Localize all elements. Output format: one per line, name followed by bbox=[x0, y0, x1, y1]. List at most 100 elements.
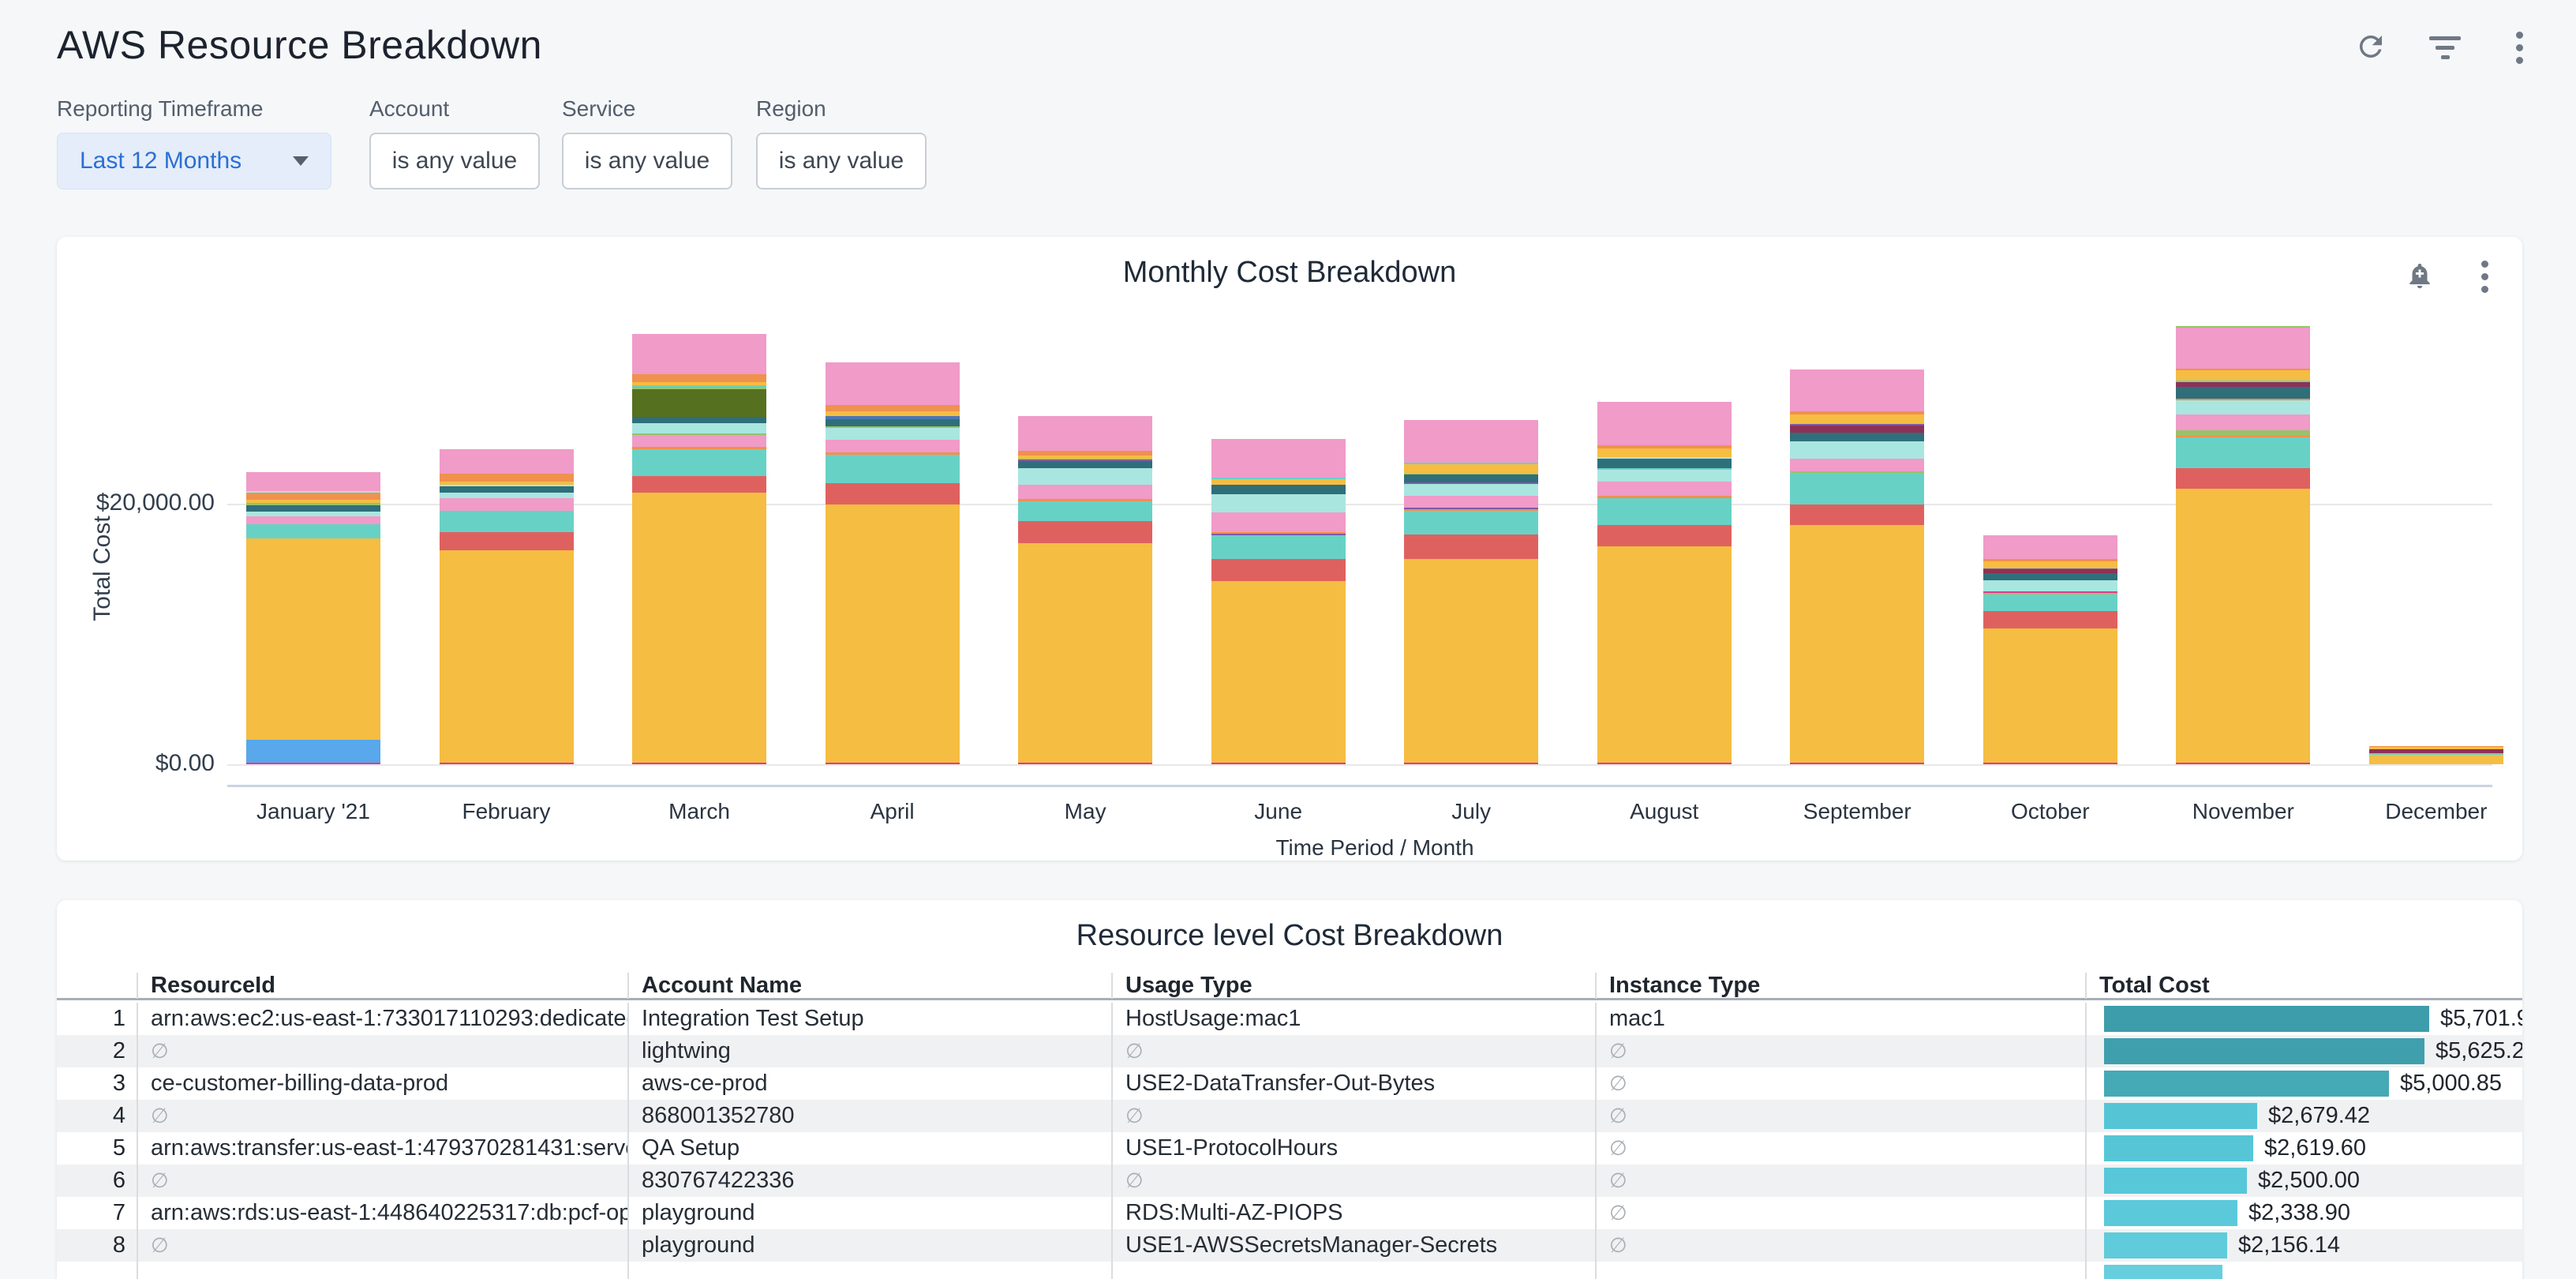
bar-segment[interactable] bbox=[1018, 543, 1152, 762]
stacked-bar[interactable] bbox=[2369, 746, 2503, 764]
bar-segment[interactable] bbox=[1597, 546, 1732, 763]
bar-segment[interactable] bbox=[1211, 763, 1346, 765]
bar-segment[interactable] bbox=[1983, 561, 2117, 568]
bar-segment[interactable] bbox=[1018, 521, 1152, 543]
dashboard-more-button[interactable] bbox=[2500, 28, 2538, 66]
cell-total-cost[interactable]: $5,625.22 bbox=[2085, 1035, 2522, 1067]
bar-segment[interactable] bbox=[1790, 459, 1924, 472]
bar-segment[interactable] bbox=[1790, 441, 1924, 458]
stacked-bar[interactable] bbox=[1790, 369, 1924, 764]
bar-segment[interactable] bbox=[1790, 473, 1924, 504]
stacked-bar[interactable] bbox=[1018, 416, 1152, 764]
bar-segment[interactable] bbox=[1597, 498, 1732, 526]
cell-account-name[interactable]: aws-ce-prod bbox=[627, 1067, 1111, 1100]
bar-segment[interactable] bbox=[1018, 763, 1152, 765]
bar-segment[interactable] bbox=[632, 334, 766, 374]
cell-instance-type[interactable]: ∅ bbox=[1595, 1067, 2085, 1100]
bar-segment[interactable] bbox=[1790, 763, 1924, 765]
cell-instance-type[interactable] bbox=[1595, 1262, 2085, 1279]
bar-segment[interactable] bbox=[632, 493, 766, 763]
stacked-bar[interactable] bbox=[1211, 439, 1346, 764]
bar-segment[interactable] bbox=[1597, 525, 1732, 546]
bar-segment[interactable] bbox=[1404, 484, 1538, 496]
cell-account-name[interactable]: QA Setup bbox=[627, 1132, 1111, 1165]
cell-account-name[interactable] bbox=[627, 1262, 1111, 1279]
cell-account-name[interactable]: playground bbox=[627, 1229, 1111, 1262]
cell-total-cost[interactable]: $2,338.90 bbox=[2085, 1197, 2522, 1229]
column-header-resource-id[interactable]: ResourceId bbox=[137, 973, 627, 999]
bar-segment[interactable] bbox=[1211, 494, 1346, 512]
bar-segment[interactable] bbox=[1018, 485, 1152, 499]
bar-segment[interactable] bbox=[1983, 580, 2117, 592]
bar-segment[interactable] bbox=[1211, 479, 1346, 485]
cell-usage-type[interactable] bbox=[1111, 1262, 1595, 1279]
bar-segment[interactable] bbox=[440, 493, 574, 498]
cell-resource-id[interactable]: ∅ bbox=[137, 1100, 627, 1132]
bar-segment[interactable] bbox=[440, 449, 574, 474]
bar-segment[interactable] bbox=[1597, 763, 1732, 765]
bar-segment[interactable] bbox=[1404, 420, 1538, 463]
bar-segment[interactable] bbox=[1211, 559, 1346, 581]
bar-segment[interactable] bbox=[2176, 437, 2310, 469]
bar-segment[interactable] bbox=[2176, 468, 2310, 489]
bar-segment[interactable] bbox=[632, 763, 766, 765]
bar-segment[interactable] bbox=[1597, 448, 1732, 458]
cell-instance-type[interactable]: ∅ bbox=[1595, 1132, 2085, 1165]
bar-segment[interactable] bbox=[1404, 496, 1538, 508]
cell-resource-id[interactable]: ∅ bbox=[137, 1229, 627, 1262]
bar-segment[interactable] bbox=[632, 417, 766, 422]
bar-segment[interactable] bbox=[246, 505, 380, 512]
bar-segment[interactable] bbox=[1790, 369, 1924, 411]
stacked-bar[interactable] bbox=[1404, 420, 1538, 764]
bar-segment[interactable] bbox=[440, 498, 574, 511]
cell-usage-type[interactable]: ∅ bbox=[1111, 1035, 1595, 1067]
cell-account-name[interactable]: playground bbox=[627, 1197, 1111, 1229]
cell-account-name[interactable]: lightwing bbox=[627, 1035, 1111, 1067]
bar-segment[interactable] bbox=[1211, 485, 1346, 494]
column-header-instance-type[interactable]: Instance Type bbox=[1595, 973, 2085, 999]
bar-segment[interactable] bbox=[440, 474, 574, 481]
bar-segment[interactable] bbox=[1790, 504, 1924, 525]
bar-segment[interactable] bbox=[440, 763, 574, 765]
bar-segment[interactable] bbox=[1983, 628, 2117, 763]
cell-account-name[interactable]: Integration Test Setup bbox=[627, 1003, 1111, 1035]
cell-total-cost[interactable]: $2,679.42 bbox=[2085, 1100, 2522, 1132]
bar-segment[interactable] bbox=[632, 476, 766, 493]
cell-total-cost[interactable]: $2,619.60 bbox=[2085, 1132, 2522, 1165]
cell-resource-id[interactable]: ∅ bbox=[137, 1165, 627, 1197]
stacked-bar[interactable] bbox=[2176, 326, 2310, 764]
bar-segment[interactable] bbox=[246, 512, 380, 517]
bar-segment[interactable] bbox=[1597, 459, 1732, 468]
cell-instance-type[interactable]: ∅ bbox=[1595, 1100, 2085, 1132]
stacked-bar[interactable] bbox=[826, 362, 960, 764]
bar-segment[interactable] bbox=[440, 550, 574, 763]
bar-segment[interactable] bbox=[440, 532, 574, 550]
bar-segment[interactable] bbox=[826, 428, 960, 440]
stacked-bar[interactable] bbox=[440, 449, 574, 764]
bar-segment[interactable] bbox=[2369, 755, 2503, 764]
cell-usage-type[interactable]: RDS:Multi-AZ-PIOPS bbox=[1111, 1197, 1595, 1229]
cell-total-cost[interactable]: $5,701.99 bbox=[2085, 1003, 2522, 1035]
bar-segment[interactable] bbox=[1790, 426, 1924, 432]
bar-segment[interactable] bbox=[246, 472, 380, 491]
cell-resource-id[interactable]: arn:aws:ec2:us-east-1:733017110293:dedic… bbox=[137, 1003, 627, 1035]
bar-segment[interactable] bbox=[1018, 461, 1152, 467]
bar-segment[interactable] bbox=[2176, 387, 2310, 399]
bar-segment[interactable] bbox=[1211, 535, 1346, 559]
bar-segment[interactable] bbox=[246, 524, 380, 538]
bar-segment[interactable] bbox=[2176, 328, 2310, 368]
bar-segment[interactable] bbox=[1983, 611, 2117, 628]
cell-account-name[interactable]: 868001352780 bbox=[627, 1100, 1111, 1132]
bar-segment[interactable] bbox=[826, 405, 960, 411]
bar-segment[interactable] bbox=[2176, 763, 2310, 765]
cell-usage-type[interactable]: USE1-ProtocolHours bbox=[1111, 1132, 1595, 1165]
refresh-button[interactable] bbox=[2352, 28, 2390, 66]
cell-resource-id[interactable] bbox=[137, 1262, 627, 1279]
bar-segment[interactable] bbox=[1018, 468, 1152, 485]
bar-segment[interactable] bbox=[826, 362, 960, 406]
bar-segment[interactable] bbox=[1983, 573, 2117, 579]
bar-segment[interactable] bbox=[1404, 511, 1538, 534]
cell-total-cost[interactable]: $5,000.85 bbox=[2085, 1067, 2522, 1100]
cell-resource-id[interactable]: arn:aws:rds:us-east-1:448640225317:db:pc… bbox=[137, 1197, 627, 1229]
bar-segment[interactable] bbox=[1211, 581, 1346, 762]
